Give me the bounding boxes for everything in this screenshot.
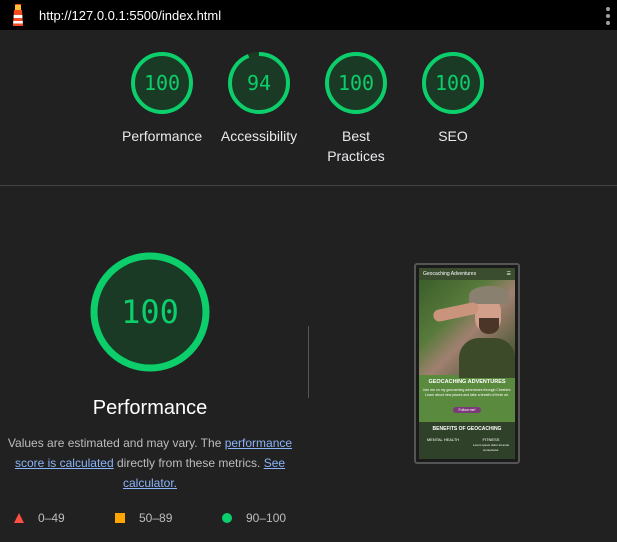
vertical-dots-icon[interactable] [605, 7, 611, 25]
preview-header: Geocaching Adventures ☰ [419, 268, 515, 280]
section-divider [0, 185, 617, 186]
preview-hero-button: Follow me! [452, 407, 482, 413]
gauge-seo[interactable]: 100 SEO [413, 50, 493, 146]
preview-site-title: Geocaching Adventures [423, 271, 477, 277]
vertical-separator [308, 326, 309, 398]
performance-score: 100 [121, 293, 179, 331]
gauge-ring-icon: 100 [131, 52, 193, 114]
performance-title: Performance [92, 397, 208, 419]
gauge-label: Performance [122, 128, 203, 144]
preview-hero-section: GEOCACHING ADVENTURES Join me on my geoc… [419, 375, 515, 422]
preview-section-heading: BENEFITS OF GEOCACHING [432, 426, 502, 432]
performance-gauge-large: 100 [90, 252, 210, 372]
preview-benefits-section: BENEFITS OF GEOCACHING MENTAL HEALTH FIT… [419, 422, 515, 459]
browser-bar: http://127.0.0.1:5500/index.html [0, 0, 617, 30]
triangle-icon [14, 513, 24, 523]
gauge-label: SEO [438, 128, 468, 144]
description-text: Values are estimated and may vary. The [7, 436, 225, 450]
preview-benefit-text: Lorem ipsum dolor sit amet consectetur. [472, 443, 510, 452]
gauge-score: 100 [144, 71, 180, 95]
url-text: http://127.0.0.1:5500/index.html [39, 8, 222, 23]
preview-hero-heading: GEOCACHING ADVENTURES [428, 379, 506, 385]
legend-range: 90–100 [246, 511, 287, 525]
gauge-performance[interactable]: 100 Performance [122, 50, 202, 146]
gauge-score: 94 [247, 71, 271, 95]
preview-benefit-title: FITNESS [482, 437, 500, 442]
performance-description: Values are estimated and may vary. The p… [6, 433, 294, 493]
legend-range: 0–49 [38, 511, 65, 525]
hamburger-icon: ☰ [506, 271, 511, 277]
legend-pass: 90–100 [222, 511, 286, 525]
gauge-label: Accessibility [220, 128, 298, 144]
gauge-score: 100 [338, 71, 374, 95]
preview-hero-text: Join me on my geocaching adventures thro… [422, 388, 512, 397]
gauge-ring-icon: 100 [422, 52, 484, 114]
gauge-accessibility[interactable]: 94 Accessibility [219, 50, 299, 146]
preview-hero-image [419, 280, 515, 378]
page-screenshot-thumbnail[interactable]: Geocaching Adventures ☰ GEOCACHING ADVEN… [414, 263, 520, 464]
legend-average: 50–89 [115, 511, 172, 525]
square-icon [115, 513, 125, 523]
legend-fail: 0–49 [14, 511, 65, 525]
preview-benefit: FITNESS Lorem ipsum dolor sit amet consec… [471, 437, 511, 452]
gauge-ring-icon: 100 [325, 52, 387, 114]
legend-range: 50–89 [139, 511, 173, 525]
description-text: directly from these metrics. [113, 456, 264, 470]
lighthouse-icon [13, 4, 23, 26]
gauge-score: 100 [435, 71, 471, 95]
gauge-best-practices[interactable]: 100 Best Practices [316, 50, 396, 166]
gauge-label: Best Practices [327, 128, 385, 164]
circle-icon [222, 513, 232, 523]
preview-benefit: MENTAL HEALTH [426, 437, 460, 442]
gauge-ring-icon: 94 [228, 52, 290, 114]
